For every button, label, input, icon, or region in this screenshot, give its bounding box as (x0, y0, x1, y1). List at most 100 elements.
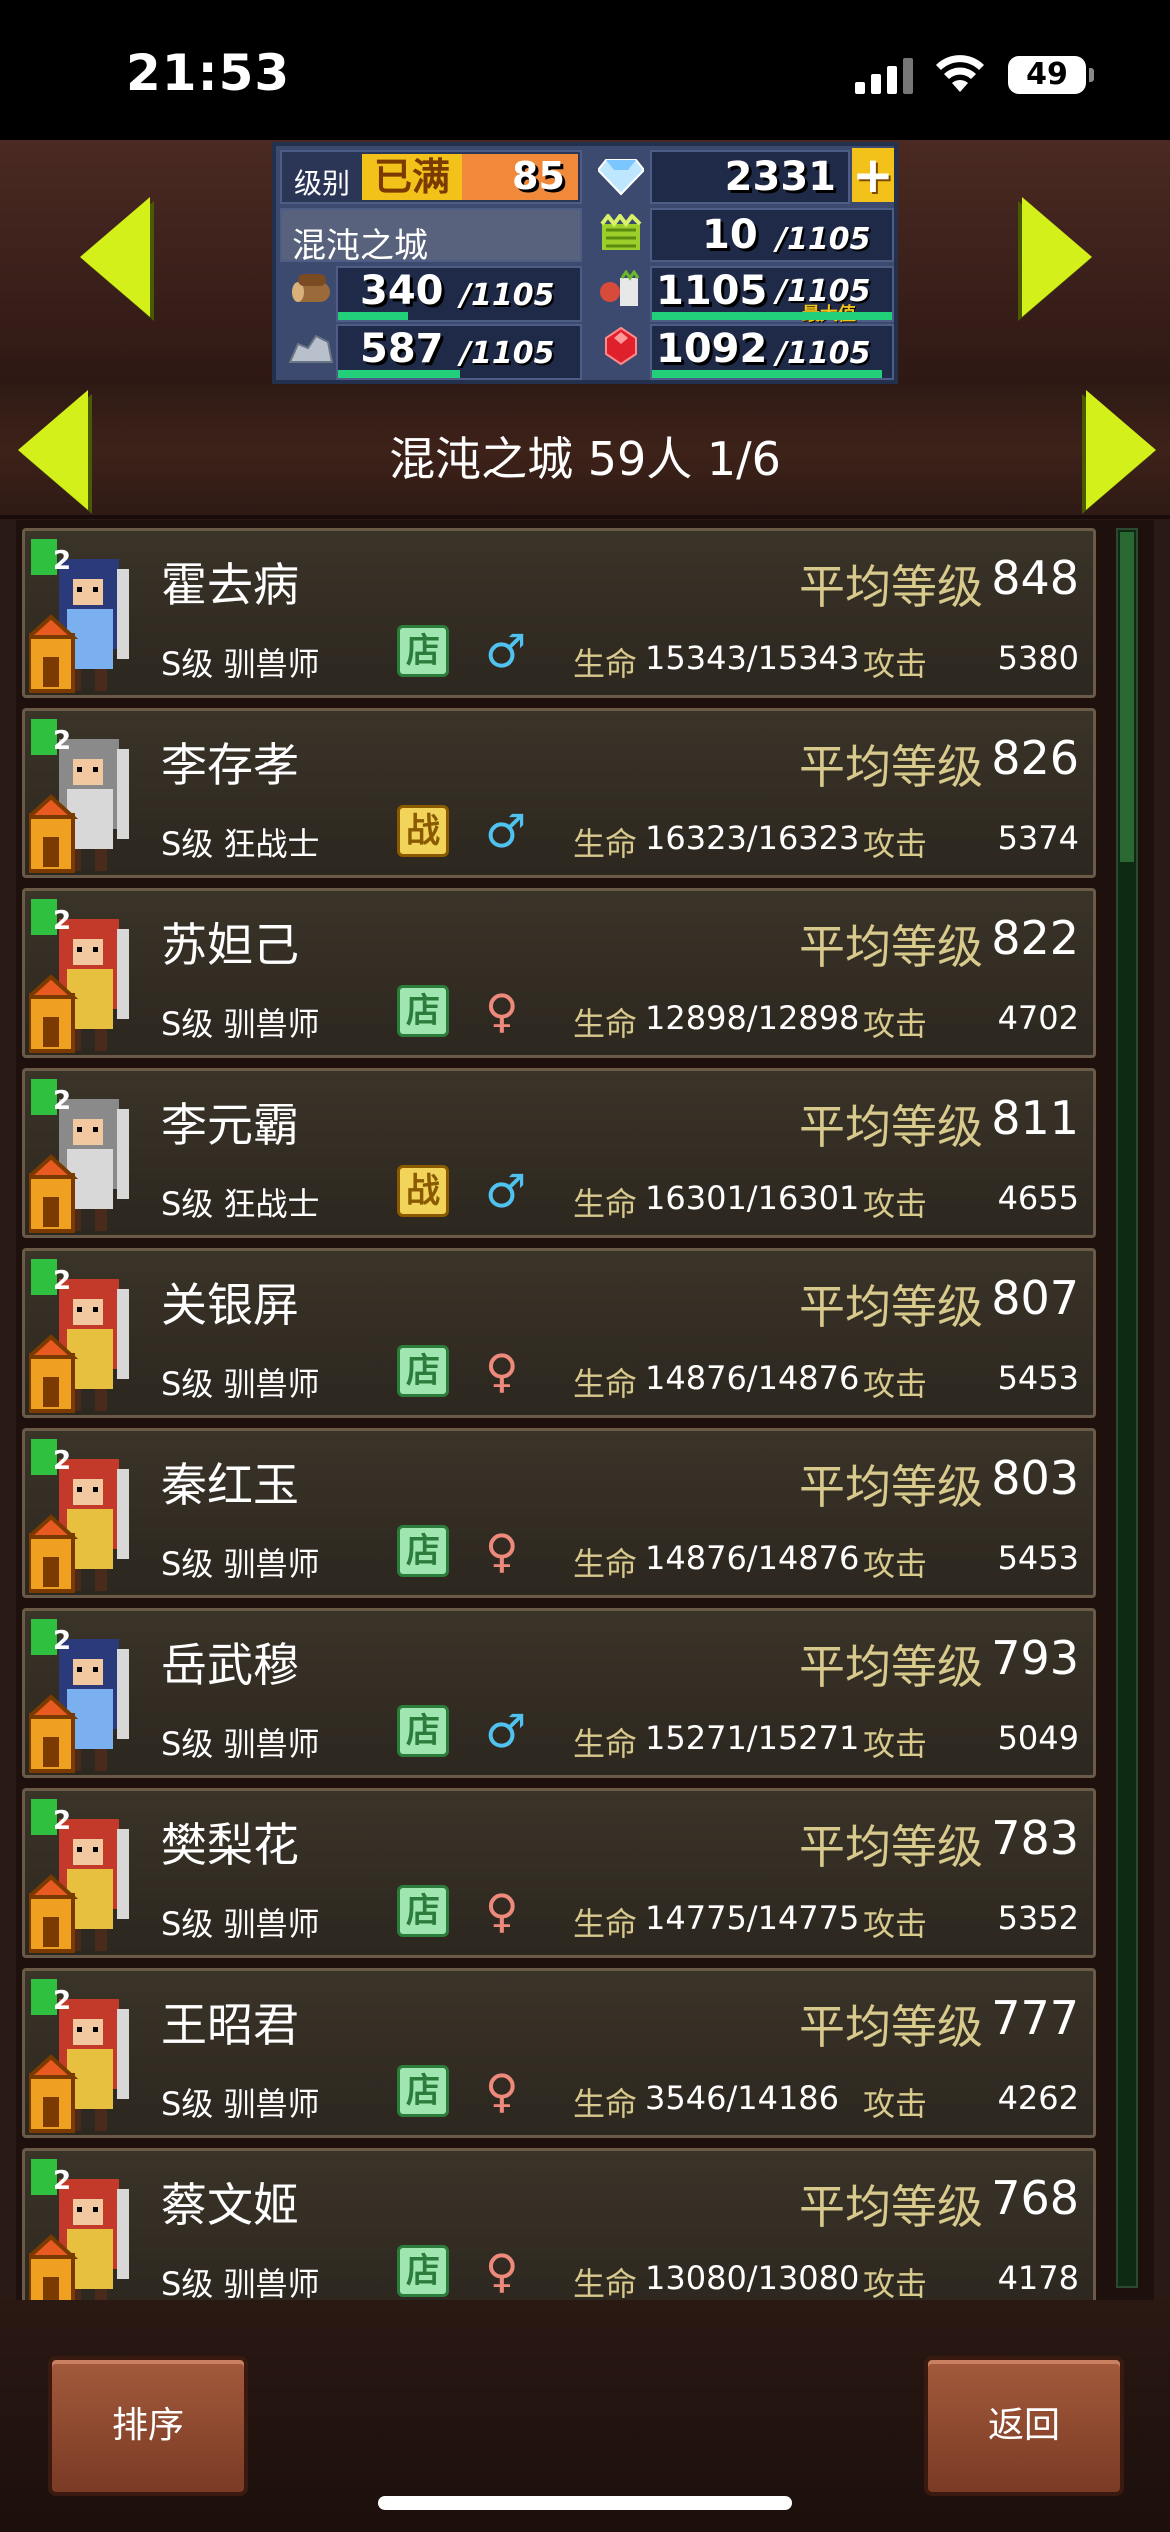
hp-value: 14876/14876 (645, 1539, 860, 1577)
atk-label: 攻击 (863, 645, 928, 683)
ruby-value: 1092 (656, 326, 768, 372)
next-castle-arrow-icon[interactable] (1022, 197, 1092, 317)
wood-icon (292, 274, 330, 302)
character-avatar: 2 (29, 719, 129, 873)
avg-level-label: 平均等级 (799, 1100, 983, 1154)
ruby-max: /1105 (776, 336, 871, 371)
hp-label: 生命 (573, 1185, 638, 1223)
battle-badge: 战 (397, 805, 449, 857)
wood-bar (338, 312, 408, 320)
avg-level-value: 803 (991, 1451, 1079, 1505)
atk-value: 5352 (997, 1899, 1079, 1937)
female-icon: ♀ (485, 2244, 519, 2298)
female-icon: ♀ (485, 984, 519, 1038)
add-gems-button[interactable]: + (852, 148, 894, 202)
character-card[interactable]: 2 岳武穆 平均等级 793 S级 驯兽师 店 ♂ 生命 15271/15271… (22, 1608, 1096, 1778)
avg-level-label: 平均等级 (799, 1640, 983, 1694)
shop-badge: 店 (397, 625, 449, 677)
page-title: 混沌之城 59人 1/6 (389, 432, 781, 486)
character-card[interactable]: 2 李存孝 平均等级 826 S级 狂战士 战 ♂ 生命 16323/16323… (22, 708, 1096, 878)
character-name: 关银屏 (161, 1278, 299, 1332)
svg-text:2: 2 (53, 1446, 71, 1476)
character-card[interactable]: 2 王昭君 平均等级 777 S级 驯兽师 店 ♀ 生命 3546/14186 … (22, 1968, 1096, 2138)
character-card[interactable]: 2 霍去病 平均等级 848 S级 驯兽师 店 ♂ 生命 15343/15343… (22, 528, 1096, 698)
atk-value: 5453 (997, 1359, 1079, 1397)
character-card[interactable]: 2 苏妲己 平均等级 822 S级 驯兽师 店 ♀ 生命 12898/12898… (22, 888, 1096, 1058)
next-page-arrow-icon[interactable] (1086, 390, 1156, 510)
character-name: 樊梨花 (161, 1818, 299, 1872)
wifi-icon (936, 55, 984, 92)
level-status: 已满 (362, 154, 462, 200)
svg-text:2: 2 (53, 1806, 71, 1836)
atk-value: 4702 (997, 999, 1079, 1037)
character-list[interactable]: 2 霍去病 平均等级 848 S级 驯兽师 店 ♂ 生命 15343/15343… (16, 520, 1154, 2300)
character-name: 李存孝 (161, 738, 299, 792)
character-card[interactable]: 2 李元霸 平均等级 811 S级 狂战士 战 ♂ 生命 16301/16301… (22, 1068, 1096, 1238)
cellular-signal-icon (855, 58, 913, 94)
atk-value: 5049 (997, 1719, 1079, 1757)
atk-value: 4178 (997, 2259, 1079, 2297)
svg-text:2: 2 (53, 1266, 71, 1296)
wood-max: /1105 (460, 278, 555, 313)
status-bar: 21:53 49 (0, 0, 1170, 140)
hp-label: 生命 (573, 1905, 638, 1943)
battle-badge: 战 (397, 1165, 449, 1217)
character-class: S级 驯兽师 (161, 1905, 320, 1943)
stone-icon (288, 334, 334, 363)
stone-bar (338, 370, 460, 378)
character-class: S级 驯兽师 (161, 1005, 320, 1043)
character-card[interactable]: 2 蔡文姬 平均等级 768 S级 驯兽师 店 ♀ 生命 13080/13080… (22, 2148, 1096, 2300)
scrollbar-thumb[interactable] (1120, 532, 1134, 862)
hp-label: 生命 (573, 2265, 638, 2300)
hp-value: 14876/14876 (645, 1359, 860, 1397)
avg-level-value: 826 (991, 731, 1079, 785)
shop-badge: 店 (397, 1525, 449, 1577)
hp-value: 16301/16301 (645, 1179, 860, 1217)
grass-cell: 10 /1105 (650, 208, 894, 262)
avg-level-label: 平均等级 (799, 560, 983, 614)
atk-label: 攻击 (863, 1725, 928, 1763)
character-card[interactable]: 2 关银屏 平均等级 807 S级 驯兽师 店 ♀ 生命 14876/14876… (22, 1248, 1096, 1418)
avg-level-value: 793 (991, 1631, 1079, 1685)
wood-cell: 340 /1105 (336, 266, 582, 322)
resource-panel: 级别 已满 85 2331 + 混沌之城 10 /1105 340 /1105 (272, 142, 898, 384)
diamond-icon (598, 159, 644, 196)
level-value: 85 (512, 154, 565, 198)
character-avatar: 2 (29, 1799, 129, 1953)
ruby-icon (605, 326, 637, 366)
shop-badge: 店 (397, 2065, 449, 2117)
character-name: 苏妲己 (161, 918, 299, 972)
character-card[interactable]: 2 樊梨花 平均等级 783 S级 驯兽师 店 ♀ 生命 14775/14775… (22, 1788, 1096, 1958)
character-name: 王昭君 (161, 1998, 299, 2052)
grass-icon (600, 214, 642, 250)
castle-name-cell: 混沌之城 (280, 208, 582, 266)
atk-value: 4655 (997, 1179, 1079, 1217)
hp-label: 生命 (573, 1005, 638, 1043)
hp-value: 14775/14775 (645, 1899, 860, 1937)
character-class: S级 驯兽师 (161, 1725, 320, 1763)
avg-level-value: 768 (991, 2171, 1079, 2225)
prev-castle-arrow-icon[interactable] (80, 197, 150, 317)
character-name: 岳武穆 (161, 1638, 299, 1692)
castle-name: 混沌之城 (292, 226, 428, 266)
food-bar (652, 312, 892, 320)
svg-text:2: 2 (53, 546, 71, 576)
hp-value: 15271/15271 (645, 1719, 860, 1757)
hp-value: 13080/13080 (645, 2259, 860, 2297)
svg-text:2: 2 (53, 726, 71, 756)
atk-label: 攻击 (863, 1365, 928, 1403)
sort-button[interactable]: 排序 (48, 2356, 248, 2496)
character-card[interactable]: 2 秦红玉 平均等级 803 S级 驯兽师 店 ♀ 生命 14876/14876… (22, 1428, 1096, 1598)
back-button[interactable]: 返回 (924, 2356, 1124, 2496)
hp-label: 生命 (573, 2085, 638, 2123)
avg-level-label: 平均等级 (799, 740, 983, 794)
character-avatar: 2 (29, 899, 129, 1053)
avg-level-label: 平均等级 (799, 1280, 983, 1334)
hp-label: 生命 (573, 645, 638, 683)
hp-label: 生命 (573, 825, 638, 863)
prev-page-arrow-icon[interactable] (18, 390, 88, 510)
clock: 21:53 (126, 44, 291, 102)
list-scrollbar[interactable] (1116, 528, 1138, 2288)
food-value: 1105 (656, 268, 768, 314)
stone-cell: 587 /1105 (336, 324, 582, 380)
